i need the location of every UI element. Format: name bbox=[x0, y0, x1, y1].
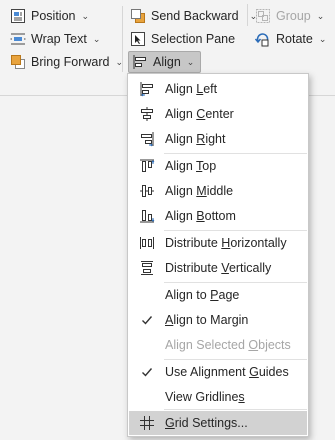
group-icon bbox=[255, 8, 271, 24]
bring-forward-icon bbox=[10, 54, 26, 70]
checkmark-icon bbox=[129, 360, 165, 384]
align-bottom-icon bbox=[129, 204, 165, 228]
menu-item-label: View Gridlines bbox=[165, 390, 245, 404]
menu-separator bbox=[164, 409, 307, 410]
menu-item-distribute-horizontally[interactable]: Distribute Horizontally bbox=[129, 231, 307, 255]
wrap-text-button[interactable]: Wrap Text ⌄ bbox=[10, 28, 100, 50]
align-right-icon bbox=[129, 127, 165, 151]
distribute-vertically-icon bbox=[129, 256, 165, 280]
menu-item-label: Distribute Vertically bbox=[165, 261, 272, 275]
position-label: Position bbox=[31, 9, 76, 23]
menu-item-label: Align Left bbox=[165, 82, 218, 96]
align-middle-icon bbox=[129, 179, 165, 203]
menu-item-align-to-margin[interactable]: Align to Margin bbox=[129, 308, 307, 332]
distribute-horizontally-icon bbox=[129, 231, 165, 255]
position-icon bbox=[10, 8, 26, 24]
rotate-button[interactable]: Rotate ⌄ bbox=[255, 28, 326, 50]
rotate-icon bbox=[255, 31, 271, 47]
chevron-down-icon: ⌄ bbox=[316, 10, 325, 21]
menu-item-label: Grid Settings... bbox=[165, 416, 248, 430]
menu-item-align-middle[interactable]: Align Middle bbox=[129, 179, 307, 203]
group-button[interactable]: Group ⌄ bbox=[255, 5, 324, 27]
menu-item-use-alignment-guides[interactable]: Use Alignment Guides bbox=[129, 360, 307, 384]
menu-item-label: Align to Margin bbox=[165, 313, 249, 327]
align-center-icon bbox=[129, 102, 165, 126]
chevron-down-icon: ⌄ bbox=[81, 10, 90, 21]
menu-item-grid-settings[interactable]: Grid Settings... bbox=[129, 411, 307, 435]
menu-item-label: Use Alignment Guides bbox=[165, 365, 289, 379]
selection-pane-button[interactable]: Selection Pane bbox=[130, 28, 235, 50]
menu-item-align-top[interactable]: Align Top bbox=[129, 154, 307, 178]
chevron-down-icon: ⌄ bbox=[318, 33, 327, 44]
selection-pane-label: Selection Pane bbox=[151, 32, 236, 46]
menu-item-label: Align Selected Objects bbox=[165, 338, 291, 352]
ribbon-separator bbox=[247, 4, 248, 26]
send-backward-button[interactable]: Send Backward ⌄ bbox=[130, 5, 257, 27]
grid-icon bbox=[129, 411, 165, 435]
menu-item-label: Align to Page bbox=[165, 288, 240, 302]
align-icon bbox=[132, 54, 148, 70]
menu-item-align-selected-objects[interactable]: Align Selected Objects bbox=[129, 333, 307, 357]
align-dropdown-menu: Align Left Align Center Align Right Alig… bbox=[127, 73, 309, 437]
menu-item-label: Align Center bbox=[165, 107, 234, 121]
menu-item-align-bottom[interactable]: Align Bottom bbox=[129, 204, 307, 228]
menu-item-label: Align Middle bbox=[165, 184, 234, 198]
menu-item-label: Distribute Horizontally bbox=[165, 236, 287, 250]
position-button[interactable]: Position ⌄ bbox=[10, 5, 89, 27]
send-backward-icon bbox=[130, 8, 146, 24]
menu-item-align-to-page[interactable]: Align to Page bbox=[129, 283, 307, 307]
menu-item-align-right[interactable]: Align Right bbox=[129, 127, 307, 151]
send-backward-label: Send Backward bbox=[151, 9, 239, 23]
chevron-down-icon: ⌄ bbox=[186, 56, 195, 67]
group-label: Group bbox=[276, 9, 311, 23]
align-left-icon bbox=[129, 77, 165, 101]
wrap-text-label: Wrap Text bbox=[31, 32, 87, 46]
menu-item-align-center[interactable]: Align Center bbox=[129, 102, 307, 126]
ribbon-separator bbox=[122, 6, 123, 72]
align-label: Align bbox=[153, 55, 181, 69]
wrap-text-icon bbox=[10, 31, 26, 47]
rotate-label: Rotate bbox=[276, 32, 313, 46]
menu-item-label: Align Top bbox=[165, 159, 217, 173]
selection-pane-icon bbox=[130, 31, 146, 47]
menu-item-align-left[interactable]: Align Left bbox=[129, 77, 307, 101]
chevron-down-icon: ⌄ bbox=[92, 33, 101, 44]
menu-item-view-gridlines[interactable]: View Gridlines bbox=[129, 385, 307, 409]
checkmark-icon bbox=[129, 308, 165, 332]
menu-item-label: Align Right bbox=[165, 132, 226, 146]
bring-forward-button[interactable]: Bring Forward ⌄ bbox=[10, 51, 123, 73]
bring-forward-label: Bring Forward bbox=[31, 55, 110, 69]
menu-item-label: Align Bottom bbox=[165, 209, 236, 223]
menu-item-distribute-vertically[interactable]: Distribute Vertically bbox=[129, 256, 307, 280]
align-top-icon bbox=[129, 154, 165, 178]
align-button[interactable]: Align ⌄ bbox=[128, 51, 202, 73]
